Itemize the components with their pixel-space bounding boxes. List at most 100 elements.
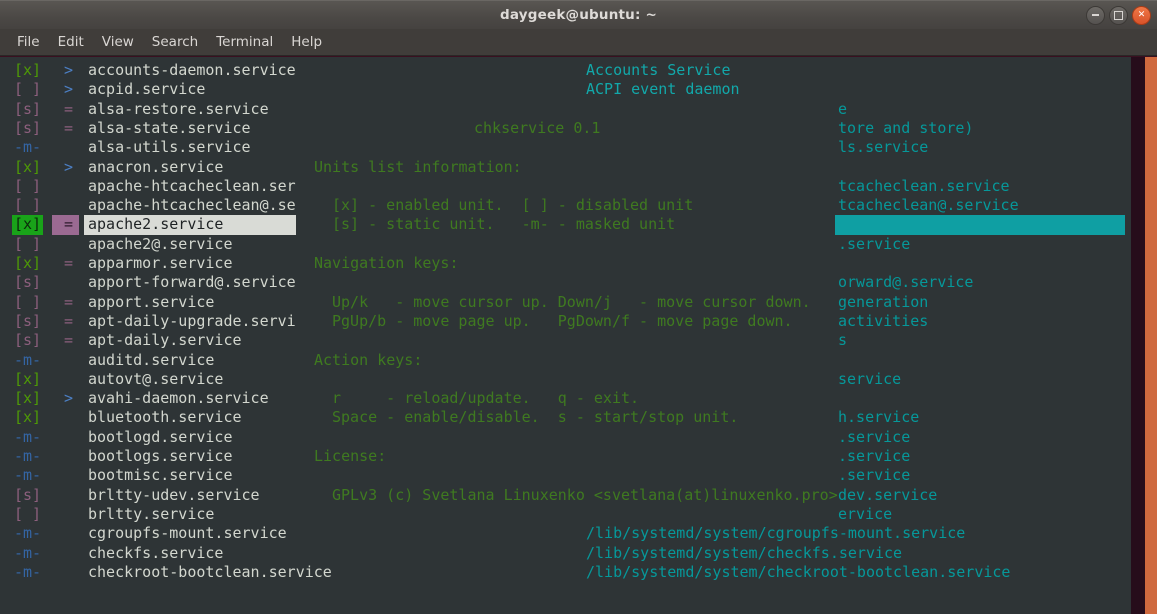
unit-run-marker: = <box>64 119 73 138</box>
unit-name[interactable]: apport.service <box>88 293 214 312</box>
unit-state-masked[interactable]: -m- <box>14 466 41 485</box>
unit-description: .service <box>838 466 910 485</box>
unit-name[interactable]: auditd.service <box>88 351 214 370</box>
unit-name[interactable]: alsa-restore.service <box>88 100 269 119</box>
unit-state-disabled[interactable]: [ ] <box>14 177 41 196</box>
unit-name[interactable]: brltty.service <box>88 505 214 524</box>
unit-description: tcacheclean@.service <box>838 196 1019 215</box>
terminal-scrollbar[interactable] <box>1145 57 1157 614</box>
help-section-line: [s] - static unit. -m- - masked unit <box>332 215 675 234</box>
unit-name[interactable]: apache-htcacheclean@.se <box>88 196 296 215</box>
unit-name[interactable]: cgroupfs-mount.service <box>88 524 287 543</box>
terminal-content-area[interactable]: [x] > accounts-daemon.service [ ] > acpid.ser… <box>0 56 1157 614</box>
unit-name[interactable]: avahi-daemon.service <box>88 389 269 408</box>
terminal-right-gutter <box>1131 57 1145 614</box>
unit-state-masked[interactable]: -m- <box>14 524 41 543</box>
unit-name[interactable]: apt-daily-upgrade.servi <box>88 312 296 331</box>
menu-item-search[interactable]: Search <box>143 32 207 52</box>
unit-state-enabled[interactable]: [x] <box>14 389 41 408</box>
unit-state-disabled[interactable]: [ ] <box>14 235 41 254</box>
unit-name[interactable]: brltty-udev.service <box>88 486 260 505</box>
menu-item-file[interactable]: File <box>8 32 49 52</box>
unit-state-disabled[interactable]: [ ] <box>14 196 41 215</box>
scrollbar-thumb[interactable] <box>1145 57 1157 614</box>
unit-description: ACPI event daemon <box>586 80 740 99</box>
selected-description-highlight <box>835 215 1125 234</box>
unit-name[interactable]: bootlogd.service <box>88 428 233 447</box>
unit-name[interactable]: bluetooth.service <box>88 408 242 427</box>
unit-run-marker: > <box>64 158 73 177</box>
unit-description: tcacheclean.service <box>838 177 1010 196</box>
help-section-heading: License: <box>314 447 386 466</box>
menu-item-edit[interactable]: Edit <box>49 32 93 52</box>
unit-description: h.service <box>838 408 919 427</box>
unit-name[interactable]: alsa-utils.service <box>88 138 251 157</box>
unit-name[interactable]: checkroot-bootclean.service <box>88 563 332 582</box>
unit-run-marker: = <box>64 312 73 331</box>
menu-item-terminal[interactable]: Terminal <box>207 32 282 52</box>
terminal-window: daygeek@ubuntu: ~ ✕ File Edit View Searc… <box>0 0 1157 614</box>
unit-run-marker: = <box>64 215 73 234</box>
unit-description: e <box>838 100 847 119</box>
unit-state-masked[interactable]: -m- <box>14 428 41 447</box>
unit-state-enabled[interactable]: [x] <box>14 408 41 427</box>
unit-state-masked[interactable]: -m- <box>14 563 41 582</box>
unit-description: orward@.service <box>838 273 973 292</box>
unit-description: .service <box>838 447 910 466</box>
unit-name[interactable]: accounts-daemon.service <box>88 61 296 80</box>
unit-run-marker: > <box>64 389 73 408</box>
help-section-heading: Action keys: <box>314 351 422 370</box>
unit-state-static[interactable]: [s] <box>14 119 41 138</box>
unit-state-static[interactable]: [s] <box>14 273 41 292</box>
unit-name[interactable]: apt-daily.service <box>88 331 242 350</box>
close-button[interactable]: ✕ <box>1132 6 1151 25</box>
help-section-line: PgUp/b - move page up. PgDown/f - move p… <box>332 312 793 331</box>
window-title: daygeek@ubuntu: ~ <box>500 7 657 23</box>
unit-state-static[interactable]: [s] <box>14 331 41 350</box>
unit-state-enabled[interactable]: [x] <box>14 254 41 273</box>
unit-state-static[interactable]: [s] <box>14 312 41 331</box>
unit-run-marker: = <box>64 254 73 273</box>
unit-state-enabled[interactable]: [x] <box>14 370 41 389</box>
unit-state-masked[interactable]: -m- <box>14 544 41 563</box>
unit-name[interactable]: acpid.service <box>88 80 205 99</box>
unit-path: /lib/systemd/system/checkroot-bootclean.… <box>586 563 1010 582</box>
maximize-button[interactable] <box>1109 6 1128 25</box>
unit-name[interactable]: anacron.service <box>88 158 223 177</box>
unit-run-marker: = <box>64 293 73 312</box>
unit-state-static[interactable]: [s] <box>14 486 41 505</box>
unit-name[interactable]: apport-forward@.service <box>88 273 296 292</box>
unit-name[interactable]: autovt@.service <box>88 370 223 389</box>
help-section-heading: Units list information: <box>314 158 522 177</box>
unit-name[interactable]: apache2.service <box>88 215 223 234</box>
unit-name[interactable]: bootlogs.service <box>88 447 233 466</box>
menu-item-view[interactable]: View <box>93 32 143 52</box>
minimize-button[interactable] <box>1086 6 1105 25</box>
unit-state-enabled[interactable]: [x] <box>14 61 41 80</box>
unit-state-disabled[interactable]: [ ] <box>14 80 41 99</box>
unit-name[interactable]: bootmisc.service <box>88 466 233 485</box>
unit-name[interactable]: alsa-state.service <box>88 119 251 138</box>
unit-run-marker: > <box>64 61 73 80</box>
menu-item-help[interactable]: Help <box>282 32 331 52</box>
unit-state-disabled[interactable]: [ ] <box>14 293 41 312</box>
chkservice-tui[interactable]: [x] > accounts-daemon.service [ ] > acpid.ser… <box>0 57 1131 614</box>
unit-state-masked[interactable]: -m- <box>14 447 41 466</box>
unit-state-enabled[interactable]: [x] <box>14 215 41 234</box>
unit-state-enabled[interactable]: [x] <box>14 158 41 177</box>
unit-description: tore and store) <box>838 119 973 138</box>
unit-description: service <box>838 370 901 389</box>
unit-name[interactable]: apparmor.service <box>88 254 233 273</box>
help-section-line: Up/k - move cursor up. Down/j - move cur… <box>332 293 811 312</box>
unit-state-masked[interactable]: -m- <box>14 351 41 370</box>
unit-state-disabled[interactable]: [ ] <box>14 505 41 524</box>
unit-description: .service <box>838 428 910 447</box>
unit-run-marker: = <box>64 100 73 119</box>
unit-name[interactable]: apache-htcacheclean.ser <box>88 177 296 196</box>
help-section-line: r - reload/update. q - exit. <box>332 389 639 408</box>
unit-name[interactable]: apache2@.service <box>88 235 233 254</box>
unit-state-static[interactable]: [s] <box>14 100 41 119</box>
unit-description: ls.service <box>838 138 928 157</box>
unit-name[interactable]: checkfs.service <box>88 544 223 563</box>
unit-state-masked[interactable]: -m- <box>14 138 41 157</box>
